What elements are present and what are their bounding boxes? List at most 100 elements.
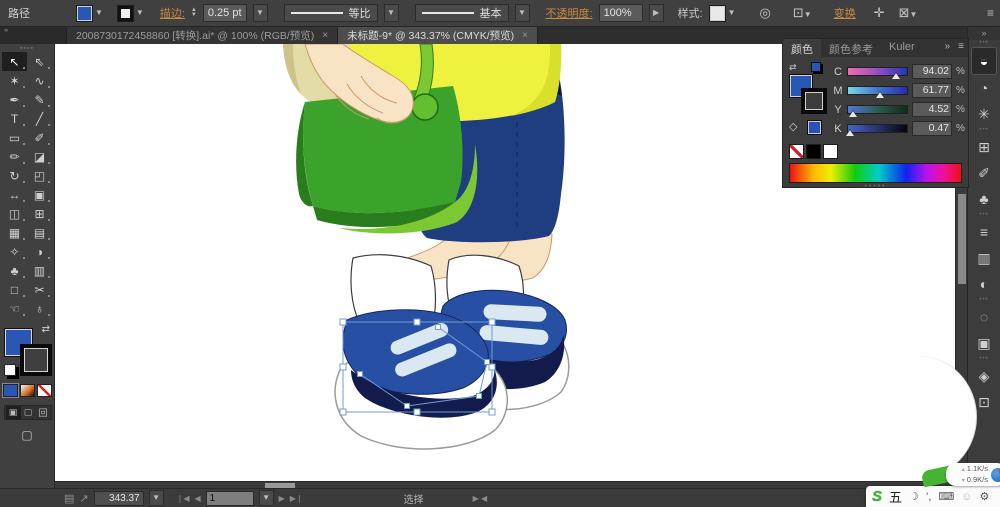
workspace-icon[interactable]: ▤ (64, 492, 74, 505)
tool-slice[interactable]: ✂ (27, 280, 52, 299)
fill-color-dropdown[interactable]: ▼ (76, 4, 103, 22)
yellow-value[interactable]: 4.52 (912, 102, 952, 117)
security-app-icon[interactable] (991, 467, 1000, 482)
dock-color-guide-icon[interactable]: ◔ (968, 75, 1000, 101)
swap-fill-stroke-icon[interactable]: ⇄ (789, 62, 797, 73)
tool-column-graph[interactable]: ▥ (27, 261, 52, 280)
keyboard-icon[interactable]: ⌨ (938, 490, 954, 503)
tool-width[interactable]: ↔ (2, 185, 27, 204)
draw-inside-button[interactable]: 回 (36, 406, 51, 419)
stroke-stepper[interactable]: ▲ ▼ (191, 7, 197, 18)
magenta-value[interactable]: 61.77 (912, 83, 952, 98)
document-tab-2[interactable]: 未标题-9* @ 343.37% (CMYK/预览) × (338, 27, 539, 44)
dock-header[interactable]: » (968, 27, 1000, 40)
dock-brushes-icon[interactable]: ✐ (968, 160, 1000, 186)
swap-fill-stroke-icon[interactable]: ⇄ (42, 324, 50, 335)
toolbar-stroke-swatch[interactable] (20, 344, 52, 376)
control-panel-menu-icon[interactable]: ≡ (987, 6, 994, 20)
close-icon[interactable]: × (522, 30, 528, 41)
tool-shape-builder[interactable]: ◫ (2, 204, 27, 223)
bag-strap-knob[interactable] (411, 93, 439, 121)
constrain-proportions-icon[interactable]: ⊠▼ (895, 5, 922, 21)
document-tab-1[interactable]: 2008730172458860 [转换].ai* @ 100% (RGB/预览… (67, 27, 339, 44)
screen-mode-button[interactable]: ▢ (17, 428, 37, 444)
punctuation-icon[interactable]: ’, (926, 491, 932, 503)
none-button[interactable] (36, 384, 52, 397)
tool-lasso[interactable]: ∿ (27, 71, 52, 90)
dock-appearance-icon[interactable]: ◌ (968, 304, 1000, 330)
moon-icon[interactable]: ☽ (909, 490, 919, 503)
opacity-link[interactable]: 不透明度: (546, 5, 593, 21)
close-icon[interactable]: × (322, 30, 328, 41)
tools-panel-grip[interactable]: ▪▪▪▪ (0, 44, 54, 52)
person-icon[interactable]: ☺ (961, 491, 972, 503)
tab-color-guide[interactable]: 颜色参考 (821, 39, 881, 57)
style-dropdown[interactable]: ▼ (708, 4, 736, 22)
black-value[interactable]: 0.47 (912, 121, 952, 136)
magenta-slider[interactable] (847, 86, 908, 98)
select-similar-icon[interactable]: ⊡▼ (789, 5, 816, 21)
tool-ink-pen[interactable]: ✎ (27, 90, 52, 109)
tool-rotate[interactable]: ↻ (2, 166, 27, 185)
wrench-icon[interactable]: ⚙ (980, 490, 990, 503)
tool-pencil[interactable]: ✏ (2, 147, 27, 166)
tool-symbol-sprayer[interactable]: ♣ (2, 261, 27, 280)
tool-eyedropper[interactable]: ✧ (2, 242, 27, 261)
panel-stroke-swatch[interactable] (801, 88, 827, 114)
stroke-swatch[interactable] (116, 4, 134, 22)
color-button[interactable] (2, 384, 18, 397)
document-setup-icon[interactable]: ◎ (756, 5, 775, 21)
dock-swatches-icon[interactable]: ⊞ (968, 134, 1000, 160)
tool-line-segment[interactable]: ╱ (27, 109, 52, 128)
tab-color[interactable]: 颜色 (783, 39, 821, 57)
cyan-slider[interactable] (847, 67, 908, 79)
tool-scale[interactable]: ◰ (27, 166, 52, 185)
yellow-slider[interactable] (847, 105, 908, 117)
profile-dropdown[interactable]: ▼ (383, 4, 399, 22)
draw-behind-button[interactable]: ▢ (21, 406, 36, 419)
stroke-width-field[interactable]: 0.25 pt (202, 4, 247, 22)
gradient-button[interactable] (19, 384, 35, 397)
slider-thumb[interactable] (875, 92, 884, 98)
style-swatch[interactable] (708, 4, 726, 22)
variable-width-profile[interactable]: 等比 (283, 4, 378, 22)
ime-wubi-mode[interactable]: 五 (889, 487, 902, 506)
tab-kuler[interactable]: Kuler (881, 39, 923, 57)
next-artboard-icon[interactable]: ▶ (279, 494, 285, 503)
slider-thumb[interactable] (848, 111, 857, 117)
mini-fill-stroke-icon[interactable] (811, 62, 821, 72)
tool-zoom[interactable]: ♁ (27, 299, 52, 318)
expand-icon[interactable]: ✛ (870, 5, 889, 21)
tool-perspective-grid[interactable]: ⊞ (27, 204, 52, 223)
artboard-dropdown[interactable]: ▼ (258, 490, 274, 506)
cyan-value[interactable]: 94.02 (912, 64, 952, 79)
sogou-logo-icon[interactable]: S (872, 488, 882, 505)
tool-artboard[interactable]: □ (2, 280, 27, 299)
tool-gradient[interactable]: ▤ (27, 223, 52, 242)
slider-thumb[interactable] (845, 130, 854, 136)
transform-link[interactable]: 变换 (834, 5, 856, 21)
out-of-web-color-icon[interactable]: ◇ (789, 120, 797, 133)
tool-pen[interactable]: ✒ (2, 90, 27, 109)
default-fill-stroke-icon[interactable] (4, 364, 16, 376)
tool-magic-wand[interactable]: ✶ (2, 71, 27, 90)
black-slider[interactable] (845, 124, 908, 136)
last-artboard-icon[interactable]: ▶❘ (290, 494, 303, 503)
tool-paintbrush[interactable]: ✐ (27, 128, 52, 147)
tool-hand[interactable]: ☜ (2, 299, 27, 318)
vscroll-thumb[interactable] (958, 194, 966, 284)
stroke-color-dropdown[interactable]: ▼ (116, 4, 144, 22)
opacity-dropdown[interactable]: ▶ (648, 4, 664, 22)
dock-color-icon[interactable]: ◒ (971, 47, 997, 75)
panel-resize-grip[interactable]: ••••• (783, 183, 968, 191)
black-swatch[interactable] (806, 144, 821, 159)
panel-menu-icon[interactable]: ≡ (954, 39, 968, 57)
fill-swatch[interactable] (76, 4, 93, 22)
brush-definition[interactable]: 基本 (414, 4, 509, 22)
zoom-level-field[interactable]: 343.37 (93, 490, 144, 506)
opacity-field[interactable]: 100% (598, 4, 643, 22)
tool-blend[interactable]: ◑ (27, 242, 52, 261)
stroke-width-dropdown[interactable]: ▼ (252, 4, 268, 22)
draw-normal-button[interactable]: ▣ (5, 406, 21, 419)
white-swatch[interactable] (823, 144, 838, 159)
